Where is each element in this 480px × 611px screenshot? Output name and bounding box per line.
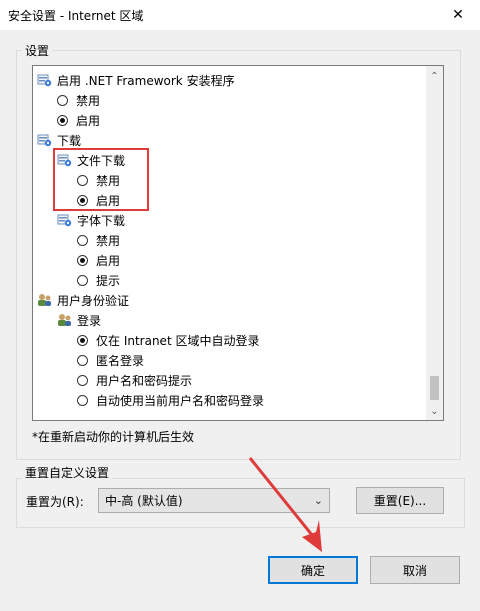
tree-item-label: 提示 bbox=[96, 273, 121, 288]
window-title: 安全设置 - Internet 区域 bbox=[8, 9, 144, 23]
tree-item-label: 文件下载 bbox=[77, 153, 126, 168]
radio-option[interactable]: 启用 bbox=[77, 250, 120, 270]
chevron-down-icon: ⌄ bbox=[313, 494, 323, 507]
tree-group: 下载 bbox=[37, 130, 81, 150]
tree-group: 字体下载 bbox=[57, 210, 125, 230]
radio-checked-icon[interactable] bbox=[77, 254, 88, 266]
cancel-button-label: 取消 bbox=[402, 563, 427, 578]
reset-level-value: 中-高 (默认值) bbox=[105, 494, 183, 508]
tree-item-label: 下载 bbox=[57, 133, 82, 148]
tree-item-label: 启用 .NET Framework 安装程序 bbox=[57, 73, 235, 88]
scroll-up-arrow[interactable]: ⌃ bbox=[426, 68, 443, 85]
settings-tree[interactable]: 自动使用当前用户名和密码登录 用户名和密码提示 匿名登录 仅在 Intranet 区域… bbox=[32, 65, 444, 421]
radio-option[interactable]: 禁用 bbox=[57, 90, 100, 110]
radio-unchecked-icon[interactable] bbox=[77, 274, 88, 286]
radio-unchecked-icon[interactable] bbox=[77, 374, 88, 386]
radio-checked-icon[interactable] bbox=[77, 194, 88, 206]
tree-item-label: 禁用 bbox=[96, 233, 121, 248]
settings-folder-icon bbox=[57, 213, 72, 227]
radio-option[interactable]: 用户名和密码提示 bbox=[77, 370, 192, 390]
ok-button[interactable]: 确定 bbox=[268, 556, 358, 584]
tree-item-label: 禁用 bbox=[96, 173, 121, 188]
radio-option[interactable]: 提示 bbox=[77, 270, 120, 290]
radio-unchecked-icon[interactable] bbox=[77, 234, 88, 246]
settings-folder-icon bbox=[57, 153, 72, 167]
reset-button[interactable]: 重置(E)... bbox=[356, 487, 444, 514]
ok-button-label: 确定 bbox=[300, 563, 325, 578]
settings-group-label: 设置 bbox=[22, 42, 53, 59]
settings-folder-icon bbox=[37, 73, 52, 87]
tree-item-label: 自动使用当前用户名和密码登录 bbox=[96, 393, 265, 408]
radio-option[interactable]: 仅在 Intranet 区域中自动登录 bbox=[77, 330, 259, 350]
tree-item-label: 用户身份验证 bbox=[57, 293, 130, 308]
radio-option[interactable]: 启用 bbox=[77, 190, 120, 210]
users-icon bbox=[37, 293, 52, 307]
tree-item-label: 匿名登录 bbox=[96, 353, 145, 368]
tree-group: 用户身份验证 bbox=[37, 290, 129, 310]
tree-item-label: 启用 bbox=[76, 113, 101, 128]
radio-option[interactable]: 禁用 bbox=[77, 170, 120, 190]
reset-level-select[interactable]: 中-高 (默认值) ⌄ bbox=[98, 488, 330, 513]
reset-to-label: 重置为(R): bbox=[26, 495, 84, 509]
radio-option[interactable]: 匿名登录 bbox=[77, 350, 144, 370]
tree-group: 启用 .NET Framework 安装程序 bbox=[37, 70, 235, 90]
reset-button-label: 重置(E)... bbox=[373, 494, 427, 508]
radio-option[interactable]: 禁用 bbox=[77, 230, 120, 250]
tree-item-label: 登录 bbox=[77, 313, 102, 328]
users-icon bbox=[57, 313, 72, 327]
tree-item-label: 禁用 bbox=[76, 93, 101, 108]
restart-note: *在重新启动你的计算机后生效 bbox=[32, 430, 195, 444]
cancel-button[interactable]: 取消 bbox=[370, 556, 460, 584]
tree-item-label: 用户名和密码提示 bbox=[96, 373, 193, 388]
scroll-thumb[interactable] bbox=[430, 376, 439, 400]
tree-group: 登录 bbox=[57, 310, 101, 330]
tree-item-label: 启用 bbox=[96, 193, 121, 208]
radio-option[interactable]: 自动使用当前用户名和密码登录 bbox=[77, 390, 264, 410]
tree-item-label: 仅在 Intranet 区域中自动登录 bbox=[96, 333, 260, 348]
radio-unchecked-icon[interactable] bbox=[77, 354, 88, 366]
radio-unchecked-icon[interactable] bbox=[77, 394, 88, 406]
settings-folder-icon bbox=[37, 133, 52, 147]
tree-item-label: 启用 bbox=[96, 253, 121, 268]
radio-checked-icon[interactable] bbox=[77, 334, 88, 346]
radio-unchecked-icon[interactable] bbox=[77, 174, 88, 186]
tree-item-label: 字体下载 bbox=[77, 213, 126, 228]
radio-option[interactable]: 启用 bbox=[57, 110, 100, 130]
close-icon: ✕ bbox=[452, 7, 464, 23]
radio-checked-icon[interactable] bbox=[57, 114, 68, 126]
vertical-scrollbar[interactable]: ⌃ ⌄ bbox=[426, 66, 443, 420]
scroll-down-arrow[interactable]: ⌄ bbox=[426, 403, 443, 420]
reset-group-label: 重置自定义设置 bbox=[22, 464, 113, 481]
title-bar: 安全设置 - Internet 区域 ✕ bbox=[0, 0, 480, 30]
tree-group: 文件下载 bbox=[57, 150, 125, 170]
close-button[interactable]: ✕ bbox=[436, 0, 480, 30]
radio-unchecked-icon[interactable] bbox=[57, 94, 68, 106]
